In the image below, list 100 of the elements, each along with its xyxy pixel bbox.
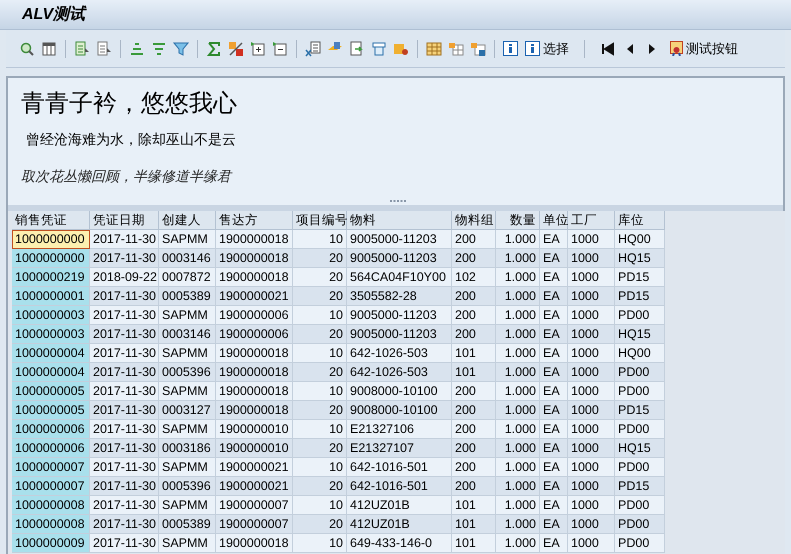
table-cell: 1.000 bbox=[496, 344, 540, 363]
column-header[interactable]: 物料 bbox=[347, 211, 452, 230]
table-cell: 1000 bbox=[568, 534, 615, 553]
test-button[interactable]: 测试按钮 bbox=[667, 38, 741, 60]
table-cell: 0003186 bbox=[159, 439, 216, 458]
table-cell: 0003127 bbox=[159, 401, 216, 420]
table-cell: HQ15 bbox=[615, 249, 665, 268]
column-header[interactable]: 项目编号 bbox=[293, 211, 347, 230]
table-cell: 9005000-11203 bbox=[347, 249, 452, 268]
table-cell: 200 bbox=[452, 230, 496, 249]
table-cell: PD15 bbox=[615, 287, 665, 306]
table-cell: 1.000 bbox=[496, 439, 540, 458]
table-cell: 1000000009 bbox=[12, 534, 90, 553]
table-cell: 1000 bbox=[568, 420, 615, 439]
table-cell: 1.000 bbox=[496, 477, 540, 496]
table-cell: 200 bbox=[452, 325, 496, 344]
table-cell: EA bbox=[540, 439, 568, 458]
table-cell: 1.000 bbox=[496, 534, 540, 553]
table-cell: 200 bbox=[452, 287, 496, 306]
table-cell: 1.000 bbox=[496, 401, 540, 420]
table-cell: PD00 bbox=[615, 534, 665, 553]
table-cell: 20 bbox=[293, 477, 347, 496]
header-text: 曾经沧海难为水，除却巫山不是云 bbox=[25, 130, 237, 149]
table-cell: PD15 bbox=[615, 268, 665, 287]
table-cell: 1900000021 bbox=[216, 477, 293, 496]
table-cell: 1900000021 bbox=[216, 458, 293, 477]
table-cell: 1.000 bbox=[496, 458, 540, 477]
table-cell: 1000000219 bbox=[12, 268, 90, 287]
table-cell: 1900000018 bbox=[216, 344, 293, 363]
table-cell: EA bbox=[540, 230, 568, 249]
table-cell: 101 bbox=[452, 344, 496, 363]
table-cell: 200 bbox=[452, 382, 496, 401]
table-cell: 200 bbox=[452, 401, 496, 420]
table-cell: 1000000006 bbox=[12, 420, 90, 439]
table-cell: E21327107 bbox=[347, 439, 452, 458]
column-header[interactable]: 创建人 bbox=[159, 211, 216, 230]
table-cell: 3505582-28 bbox=[347, 287, 452, 306]
column-header[interactable]: 数量 bbox=[496, 211, 540, 230]
table-cell: 1900000018 bbox=[216, 401, 293, 420]
table-cell: 564CA04F10Y00 bbox=[347, 268, 452, 287]
table-cell: 1000000005 bbox=[12, 401, 90, 420]
table-cell: 101 bbox=[452, 363, 496, 382]
table-cell: 1000000004 bbox=[12, 363, 90, 382]
table-cell: 1000 bbox=[568, 287, 615, 306]
table-cell: SAPMM bbox=[159, 534, 216, 553]
column-header[interactable]: 工厂 bbox=[568, 211, 615, 230]
header-title: 青青子衿，悠悠我心 bbox=[21, 89, 238, 119]
table-cell: 1900000007 bbox=[216, 515, 293, 534]
table-cell: 1900000010 bbox=[216, 420, 293, 439]
table-cell: 1.000 bbox=[496, 496, 540, 515]
table-cell: 0005389 bbox=[159, 287, 216, 306]
table-cell: 200 bbox=[452, 306, 496, 325]
splitter-grip-icon bbox=[390, 200, 406, 203]
table-cell: 2017-11-30 bbox=[90, 230, 159, 249]
table-cell: SAPMM bbox=[159, 420, 216, 439]
table-cell: SAPMM bbox=[159, 306, 216, 325]
table-cell: 0007872 bbox=[159, 268, 216, 287]
table-cell: 2017-11-30 bbox=[90, 515, 159, 534]
table-cell: 642-1016-501 bbox=[347, 477, 452, 496]
table-cell: 20 bbox=[293, 287, 347, 306]
table-cell: HQ15 bbox=[615, 439, 665, 458]
table-cell: PD00 bbox=[615, 496, 665, 515]
table-cell: 642-1026-503 bbox=[347, 344, 452, 363]
column-header[interactable]: 单位 bbox=[540, 211, 568, 230]
table-cell: 1.000 bbox=[496, 420, 540, 439]
table-cell: 642-1016-501 bbox=[347, 458, 452, 477]
table-cell: PD00 bbox=[615, 306, 665, 325]
select-button[interactable]: 选择 bbox=[522, 38, 572, 60]
table-cell: 200 bbox=[452, 439, 496, 458]
table-cell: HQ00 bbox=[615, 344, 665, 363]
table-cell: E21327106 bbox=[347, 420, 452, 439]
column-header[interactable]: 销售凭证 bbox=[12, 211, 90, 230]
table-cell: 1000 bbox=[568, 325, 615, 344]
table-cell: 9005000-11203 bbox=[347, 325, 452, 344]
table-cell: 1900000021 bbox=[216, 287, 293, 306]
column-header[interactable]: 售达方 bbox=[216, 211, 293, 230]
table-cell: 1000000007 bbox=[12, 458, 90, 477]
table-cell: 20 bbox=[293, 249, 347, 268]
table-cell: 200 bbox=[452, 458, 496, 477]
table-cell: 101 bbox=[452, 534, 496, 553]
table-cell: 1900000006 bbox=[216, 325, 293, 344]
column-header[interactable]: 库位 bbox=[615, 211, 665, 230]
table-cell: 2017-11-30 bbox=[90, 325, 159, 344]
column-header[interactable]: 物料组 bbox=[452, 211, 496, 230]
certificate-icon bbox=[670, 41, 683, 56]
table-cell: 1000 bbox=[568, 344, 615, 363]
table-cell: 1.000 bbox=[496, 382, 540, 401]
table-cell: 1900000018 bbox=[216, 268, 293, 287]
table-cell: 649-433-146-0 bbox=[347, 534, 452, 553]
column-header[interactable]: 凭证日期 bbox=[90, 211, 159, 230]
table-cell: 0005396 bbox=[159, 363, 216, 382]
table-cell: 1.000 bbox=[496, 325, 540, 344]
table-cell: 1000000001 bbox=[12, 287, 90, 306]
table-cell: 1.000 bbox=[496, 268, 540, 287]
table-cell: 2018-09-22 bbox=[90, 268, 159, 287]
table-cell: 1900000010 bbox=[216, 439, 293, 458]
table-cell: EA bbox=[540, 401, 568, 420]
table-cell: 1900000018 bbox=[216, 249, 293, 268]
table-cell: 1000000008 bbox=[12, 496, 90, 515]
table-cell: 102 bbox=[452, 268, 496, 287]
